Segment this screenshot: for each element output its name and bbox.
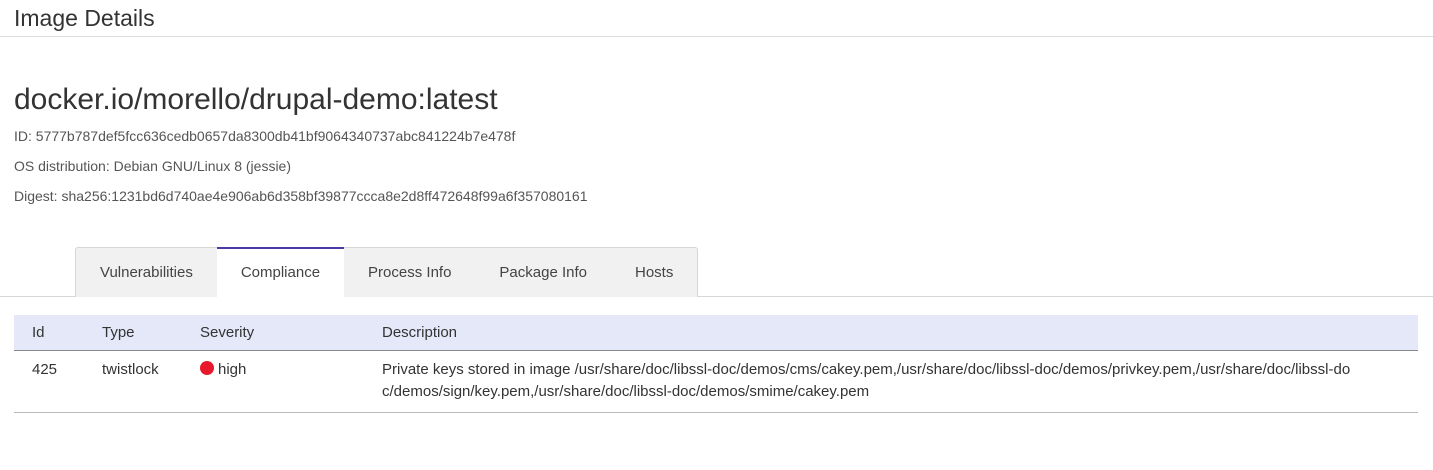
os-distribution: OS distribution: Debian GNU/Linux 8 (jes… (14, 158, 292, 174)
page-title: Image Details (14, 5, 155, 31)
image-id: ID: 5777b787def5fcc636cedb0657da8300db41… (14, 128, 516, 144)
cell-severity: high (200, 350, 382, 413)
column-header-id[interactable]: Id (14, 315, 102, 351)
cell-description: Private keys stored in image /usr/share/… (382, 350, 1418, 413)
page-header: Image Details (0, 0, 1433, 37)
tab-hosts[interactable]: Hosts (611, 248, 697, 297)
image-name: docker.io/morello/drupal-demo:latest (14, 83, 498, 116)
column-header-description[interactable]: Description (382, 315, 1418, 351)
tab-package-info[interactable]: Package Info (475, 248, 611, 297)
table-header-row: Id Type Severity Description (14, 315, 1418, 351)
severity-high-icon (200, 361, 214, 375)
cell-id: 425 (14, 350, 102, 413)
tab-compliance[interactable]: Compliance (216, 247, 345, 297)
severity-label: high (218, 361, 247, 378)
tab-vulnerabilities[interactable]: Vulnerabilities (76, 248, 217, 297)
cell-type: twistlock (102, 350, 200, 413)
tab-list: Vulnerabilities Compliance Process Info … (75, 247, 699, 297)
image-info: docker.io/morello/drupal-demo:latest ID:… (14, 78, 588, 211)
compliance-table: Id Type Severity Description 425 twistlo… (14, 315, 1418, 413)
column-header-severity[interactable]: Severity (200, 315, 382, 351)
image-digest: Digest: sha256:1231bd6d740ae4e906ab6d358… (14, 188, 588, 204)
column-header-type[interactable]: Type (102, 315, 200, 351)
table-row[interactable]: 425 twistlock high Private keys stored i… (14, 350, 1418, 413)
tabs-bar: Vulnerabilities Compliance Process Info … (0, 247, 1433, 297)
tab-process-info[interactable]: Process Info (344, 248, 475, 297)
